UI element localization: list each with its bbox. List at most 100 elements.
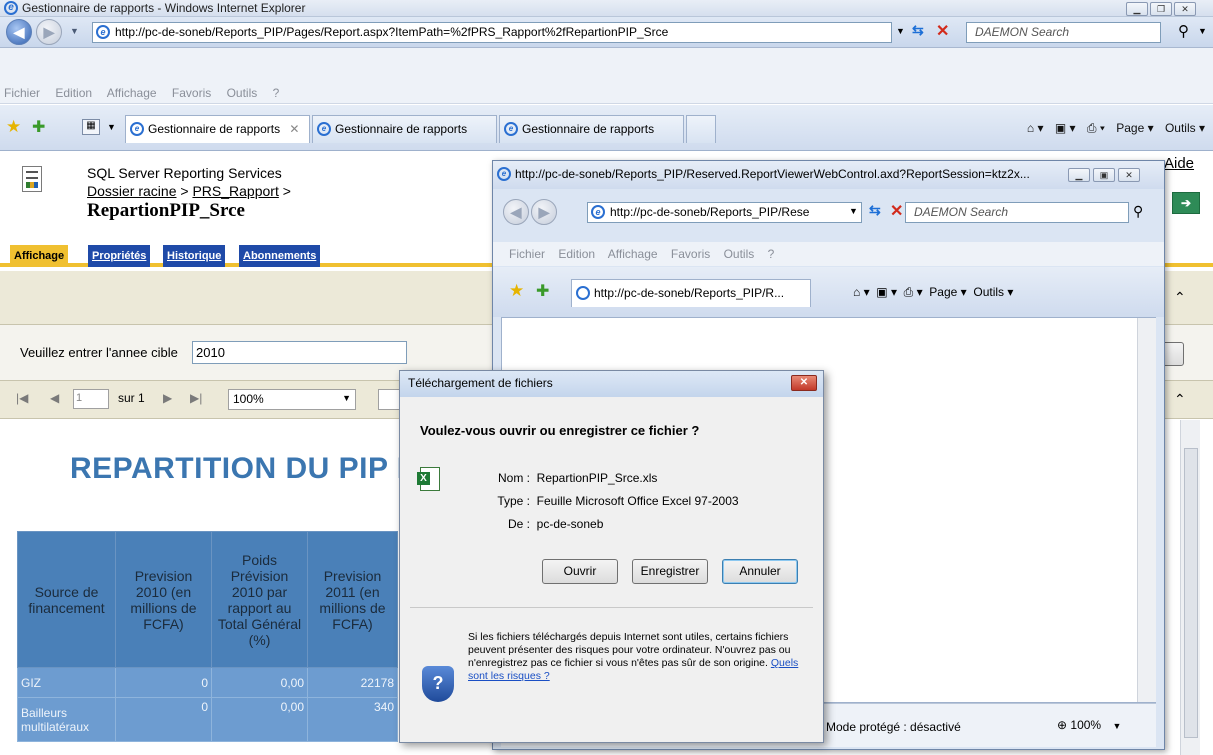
table-row: GIZ 0 0,00 22178 bbox=[17, 667, 398, 698]
menu-help[interactable]: ? bbox=[273, 86, 280, 100]
close-window-button[interactable]: ✕ bbox=[1174, 2, 1196, 16]
report-scrollbar[interactable] bbox=[1180, 420, 1200, 755]
popup-tab-bar: ★ ✚ http://pc-de-soneb/Reports_PIP/R... … bbox=[493, 267, 1164, 317]
popup-stop-icon[interactable]: ✕ bbox=[890, 201, 903, 221]
file-type: Feuille Microsoft Office Excel 97-2003 bbox=[536, 494, 739, 508]
print-icon[interactable]: ⎙ ▾ bbox=[1087, 121, 1105, 135]
favorites-star-icon[interactable]: ★ bbox=[6, 117, 21, 137]
popup-home-icon[interactable]: ⌂ ▾ bbox=[853, 285, 870, 299]
add-favorites-icon[interactable]: ✚ bbox=[32, 117, 45, 137]
popup-forward-button[interactable]: ▶ bbox=[531, 199, 557, 225]
popup-menu-favoris[interactable]: Favoris bbox=[671, 247, 710, 261]
tab-gestionnaire-1[interactable]: e Gestionnaire de rapports ✕ bbox=[125, 115, 310, 143]
popup-address-bar[interactable]: e http://pc-de-soneb/Reports_PIP/Rese bbox=[587, 202, 862, 223]
param-label: Veuillez entrer l'annee cible bbox=[20, 345, 178, 360]
refresh-icon[interactable]: ⇆ bbox=[912, 22, 924, 39]
breadcrumb-root[interactable]: Dossier racine bbox=[87, 183, 176, 199]
warning-text: Si les fichiers téléchargés depuis Inter… bbox=[468, 631, 791, 669]
menu-affichage[interactable]: Affichage bbox=[107, 86, 157, 100]
tab-gestionnaire-2[interactable]: e Gestionnaire de rapports bbox=[312, 115, 497, 143]
popup-minimize-button[interactable]: ▁ bbox=[1068, 168, 1090, 182]
breadcrumb-folder[interactable]: PRS_Rapport bbox=[192, 183, 278, 199]
tab-proprietes[interactable]: Propriétés bbox=[88, 245, 151, 267]
page-icon: e bbox=[591, 205, 605, 219]
tab-affichage[interactable]: Affichage bbox=[10, 245, 69, 267]
popup-feeds-icon[interactable]: ▣ ▾ bbox=[876, 285, 897, 299]
report-table: Source de financement Prevision 2010 (en… bbox=[17, 531, 398, 742]
popup-menu-edition[interactable]: Edition bbox=[558, 247, 595, 261]
address-bar[interactable]: e http://pc-de-soneb/Reports_PIP/Pages/R… bbox=[92, 22, 892, 43]
feeds-icon[interactable]: ▣ ▾ bbox=[1055, 121, 1076, 135]
popup-tab[interactable]: http://pc-de-soneb/Reports_PIP/R... bbox=[571, 279, 811, 307]
popup-tools-menu[interactable]: Outils ▾ bbox=[973, 285, 1013, 299]
help-link[interactable]: Aide bbox=[1164, 155, 1194, 172]
popup-menu-help[interactable]: ? bbox=[768, 247, 775, 261]
tab-gestionnaire-3[interactable]: e Gestionnaire de rapports bbox=[499, 115, 684, 143]
breadcrumb: Dossier racine > PRS_Rapport > bbox=[87, 183, 291, 199]
popup-menu-fichier[interactable]: Fichier bbox=[509, 247, 545, 261]
column-header: Prevision 2011 (en millions de FCFA) bbox=[307, 531, 398, 668]
cancel-button[interactable]: Annuler bbox=[722, 559, 798, 584]
popup-close-button[interactable]: ✕ bbox=[1118, 168, 1140, 182]
zoom-select[interactable]: 100% ▼ bbox=[228, 389, 356, 410]
popup-add-favorites-icon[interactable]: ✚ bbox=[536, 281, 549, 301]
page-menu[interactable]: Page ▾ bbox=[1116, 121, 1153, 135]
popup-search-icon[interactable]: ⚲ bbox=[1133, 203, 1143, 220]
product-name: SQL Server Reporting Services bbox=[87, 165, 282, 181]
column-header: Source de financement bbox=[17, 531, 116, 668]
cell-poids: 0,00 bbox=[211, 667, 308, 698]
search-options-icon[interactable]: ▼ bbox=[1198, 26, 1207, 36]
collapse-toolbar-icon[interactable]: ⌃ bbox=[1174, 289, 1186, 306]
popup-menu-outils[interactable]: Outils bbox=[724, 247, 755, 261]
tools-menu[interactable]: Outils ▾ bbox=[1165, 121, 1205, 135]
popup-print-icon[interactable]: ⎙ ▾ bbox=[904, 285, 923, 299]
popup-maximize-button[interactable]: ▣ bbox=[1093, 168, 1115, 182]
search-icon[interactable]: ⚲ bbox=[1178, 22, 1189, 40]
year-input[interactable]: 2010 bbox=[192, 341, 407, 364]
menu-edition[interactable]: Edition bbox=[55, 86, 92, 100]
first-page-icon[interactable]: |◀ bbox=[16, 391, 28, 405]
popup-address-dropdown-icon[interactable]: ▼ bbox=[849, 206, 858, 216]
home-icon[interactable]: ⌂ ▾ bbox=[1027, 121, 1044, 135]
tab-abonnements[interactable]: Abonnements bbox=[239, 245, 321, 267]
zoom-status[interactable]: ⊕ 100% ▼ bbox=[1057, 718, 1121, 732]
previous-page-icon[interactable]: ◀ bbox=[50, 391, 59, 405]
tab-list-icon[interactable]: ▼ bbox=[107, 122, 116, 132]
type-label: Type : bbox=[497, 494, 530, 508]
report-title: REPARTITION DU PIP P bbox=[70, 452, 418, 485]
back-button[interactable]: ◀ bbox=[6, 19, 32, 45]
close-tab-icon[interactable]: ✕ bbox=[289, 122, 299, 136]
address-dropdown-icon[interactable]: ▼ bbox=[896, 26, 905, 36]
save-button[interactable]: Enregistrer bbox=[632, 559, 708, 584]
popup-scrollbar[interactable] bbox=[1137, 318, 1156, 702]
maximize-button[interactable]: ❐ bbox=[1150, 2, 1172, 16]
popup-search-input[interactable]: DAEMON Search bbox=[905, 202, 1129, 223]
last-page-icon[interactable]: ▶| bbox=[190, 391, 202, 405]
quick-tabs-icon[interactable]: ▦ bbox=[82, 119, 100, 135]
tab-historique[interactable]: Historique bbox=[163, 245, 226, 267]
next-page-icon[interactable]: ▶ bbox=[163, 391, 172, 405]
popup-menu-affichage[interactable]: Affichage bbox=[608, 247, 658, 261]
search-input[interactable]: DAEMON Search bbox=[966, 22, 1161, 43]
forward-button[interactable]: ▶ bbox=[36, 19, 62, 45]
ie-logo-icon: e bbox=[4, 1, 18, 15]
menu-fichier[interactable]: Fichier bbox=[4, 86, 40, 100]
menu-outils[interactable]: Outils bbox=[227, 86, 258, 100]
open-button[interactable]: Ouvrir bbox=[542, 559, 618, 584]
go-arrow-icon[interactable]: ➔ bbox=[1172, 192, 1200, 214]
popup-refresh-icon[interactable]: ⇆ bbox=[869, 202, 881, 219]
page-number-input[interactable]: 1 bbox=[73, 389, 109, 409]
popup-favorites-icon[interactable]: ★ bbox=[509, 281, 524, 301]
history-dropdown-icon[interactable]: ▼ bbox=[70, 26, 79, 36]
protected-mode-status: Mode protégé : désactivé bbox=[826, 720, 961, 734]
collapse-params-icon[interactable]: ⌃ bbox=[1174, 391, 1186, 408]
dialog-close-button[interactable]: ✕ bbox=[791, 375, 817, 391]
popup-page-menu[interactable]: Page ▾ bbox=[929, 285, 966, 299]
popup-back-button[interactable]: ◀ bbox=[503, 199, 529, 225]
minimize-button[interactable]: ▁ bbox=[1126, 2, 1148, 16]
zoom-icon: ⊕ bbox=[1057, 718, 1068, 732]
new-tab-button[interactable] bbox=[686, 115, 716, 143]
download-dialog: Téléchargement de fichiers ✕ Voulez-vous… bbox=[399, 370, 824, 743]
stop-icon[interactable]: ✕ bbox=[936, 21, 949, 41]
menu-favoris[interactable]: Favoris bbox=[172, 86, 211, 100]
